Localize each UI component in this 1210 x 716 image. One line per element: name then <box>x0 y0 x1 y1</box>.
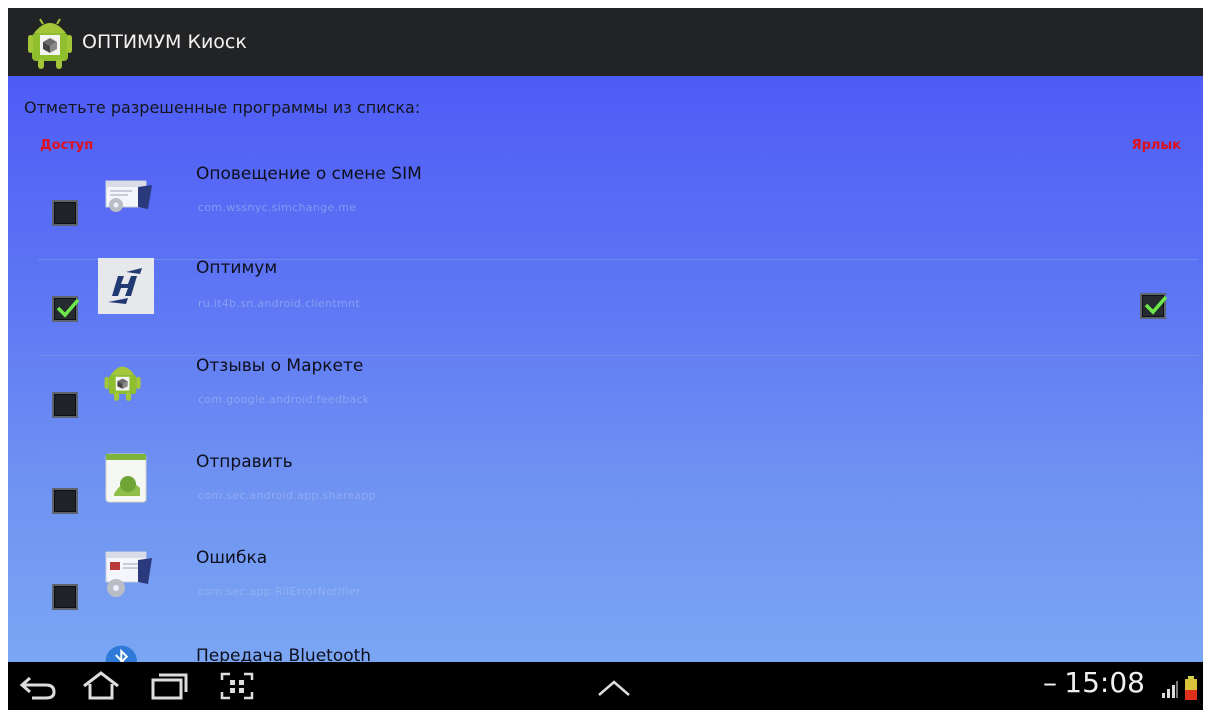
access-checkbox[interactable] <box>52 584 78 610</box>
list-item[interactable]: Отзывы о Маркете com.google.android.feed… <box>38 356 1198 452</box>
screenshot-icon[interactable] <box>216 670 258 702</box>
chevron-up-icon[interactable] <box>596 678 632 698</box>
app-title: Оптимум <box>196 258 278 278</box>
list-item[interactable]: Оповещение о смене SIM com.wssnyc.simcha… <box>38 164 1198 260</box>
list-item[interactable]: Ошибка com.sec.app.RilErrorNotifier <box>38 548 1198 643</box>
back-icon[interactable] <box>18 670 60 702</box>
app-package: ru.it4b.sn.android.clientmnt <box>198 297 360 310</box>
android-robot-icon <box>104 366 141 401</box>
recent-apps-icon[interactable] <box>148 670 190 702</box>
list-item[interactable]: Оптимум ru.it4b.sn.android.clientmnt <box>38 258 1198 356</box>
status-clock: 15:08 <box>1064 666 1145 699</box>
app-title: Отзывы о Маркете <box>196 356 364 376</box>
share-app-icon <box>105 453 147 503</box>
status-separator: – <box>1043 666 1057 699</box>
optimum-icon <box>98 258 154 314</box>
android-kiosk-logo-icon <box>28 18 72 69</box>
battery-icon <box>1185 676 1197 700</box>
app-title: Передача Bluetooth <box>196 646 372 662</box>
tablet-screen: ОПТИМУМ Киоск Отметьте разрешенные прогр… <box>8 8 1203 710</box>
app-package: com.google.android.feedback <box>198 393 370 406</box>
bluetooth-icon <box>105 645 137 662</box>
app-list-panel: Отметьте разрешенные программы из списка… <box>8 76 1203 662</box>
app-package: com.sec.app.RilErrorNotifier <box>198 585 361 598</box>
access-checkbox[interactable] <box>52 200 78 226</box>
app-title: Оповещение о смене SIM <box>196 164 422 184</box>
instruction-text: Отметьте разрешенные программы из списка… <box>24 98 421 117</box>
checkmark-icon <box>1144 295 1168 315</box>
app-package: com.sec.android.app.shareapp <box>198 489 377 502</box>
app-title: Отправить <box>196 452 293 472</box>
column-header-shortcut: Ярлык <box>1131 138 1181 153</box>
signal-icon <box>1162 681 1178 698</box>
access-checkbox[interactable] <box>52 488 78 514</box>
action-bar: ОПТИМУМ Киоск <box>8 8 1203 76</box>
system-navigation-bar: – 15:08 <box>8 662 1203 710</box>
column-header-access: Доступ <box>40 138 94 153</box>
access-checkbox[interactable] <box>52 392 78 418</box>
settings-window-icon <box>105 180 152 212</box>
checkmark-icon <box>56 298 80 318</box>
app-title: ОПТИМУМ Киоск <box>82 31 247 53</box>
list-item[interactable]: Отправить com.sec.android.app.shareapp <box>38 452 1198 548</box>
app-package: com.wssnyc.simchange.me <box>198 201 357 214</box>
error-notifier-icon <box>105 551 152 597</box>
access-checkbox-checked[interactable] <box>52 296 80 322</box>
shortcut-checkbox-checked[interactable] <box>1140 293 1168 319</box>
app-title: Ошибка <box>196 548 268 568</box>
list-item[interactable]: Передача Bluetooth <box>38 644 1198 662</box>
home-icon[interactable] <box>80 670 122 702</box>
